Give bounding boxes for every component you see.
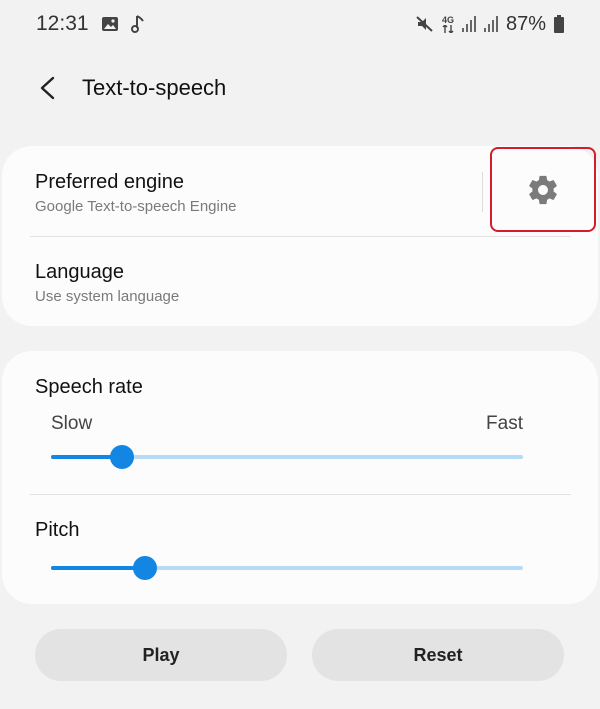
- engine-language-card: Preferred engine Google Text-to-speech E…: [2, 146, 598, 326]
- speech-rate-max-label: Fast: [486, 413, 523, 434]
- music-note-icon: [130, 15, 145, 33]
- network-type-label: 4G: [441, 14, 454, 25]
- language-title: Language: [35, 261, 124, 283]
- pitch-label: Pitch: [35, 519, 80, 541]
- speech-rate-slider[interactable]: [51, 442, 523, 472]
- pitch-thumb[interactable]: [133, 556, 158, 580]
- battery-percent: 87%: [505, 12, 546, 35]
- signal-strength-icon: [461, 16, 476, 32]
- speech-rate-thumb[interactable]: [109, 445, 134, 469]
- reset-button[interactable]: Reset: [312, 629, 564, 681]
- status-time: 12:31: [36, 12, 89, 35]
- battery-icon: [554, 15, 564, 33]
- signal-strength-2-icon: [483, 16, 498, 32]
- back-button[interactable]: [24, 64, 72, 112]
- pitch-track-fill: [51, 566, 146, 570]
- preferred-engine-title: Preferred engine: [35, 171, 184, 193]
- speech-settings-card: Speech rate Slow Fast Pitch: [2, 351, 598, 604]
- engine-settings-button[interactable]: [490, 147, 596, 232]
- mute-icon: [416, 15, 434, 33]
- app-header: Text-to-speech: [0, 60, 600, 116]
- play-button[interactable]: Play: [35, 629, 287, 681]
- language-subtitle: Use system language: [35, 288, 180, 305]
- back-arrow-icon: [40, 76, 55, 100]
- gallery-icon: [101, 16, 119, 32]
- speech-rate-label: Speech rate: [35, 376, 143, 398]
- pitch-slider[interactable]: [51, 553, 523, 583]
- section-divider: [30, 494, 571, 495]
- status-bar: 12:31 4G 87%: [0, 0, 600, 48]
- page-title: Text-to-speech: [82, 75, 227, 100]
- speech-rate-min-label: Slow: [51, 413, 93, 434]
- network-type-icon: 4G: [441, 14, 454, 33]
- status-right: 4G 87%: [416, 13, 564, 36]
- status-left: 12:31: [36, 12, 145, 36]
- gear-icon: [529, 175, 557, 204]
- preferred-engine-subtitle: Google Text-to-speech Engine: [35, 198, 237, 215]
- language-row[interactable]: Language Use system language: [2, 237, 598, 326]
- vertical-divider: [482, 172, 483, 212]
